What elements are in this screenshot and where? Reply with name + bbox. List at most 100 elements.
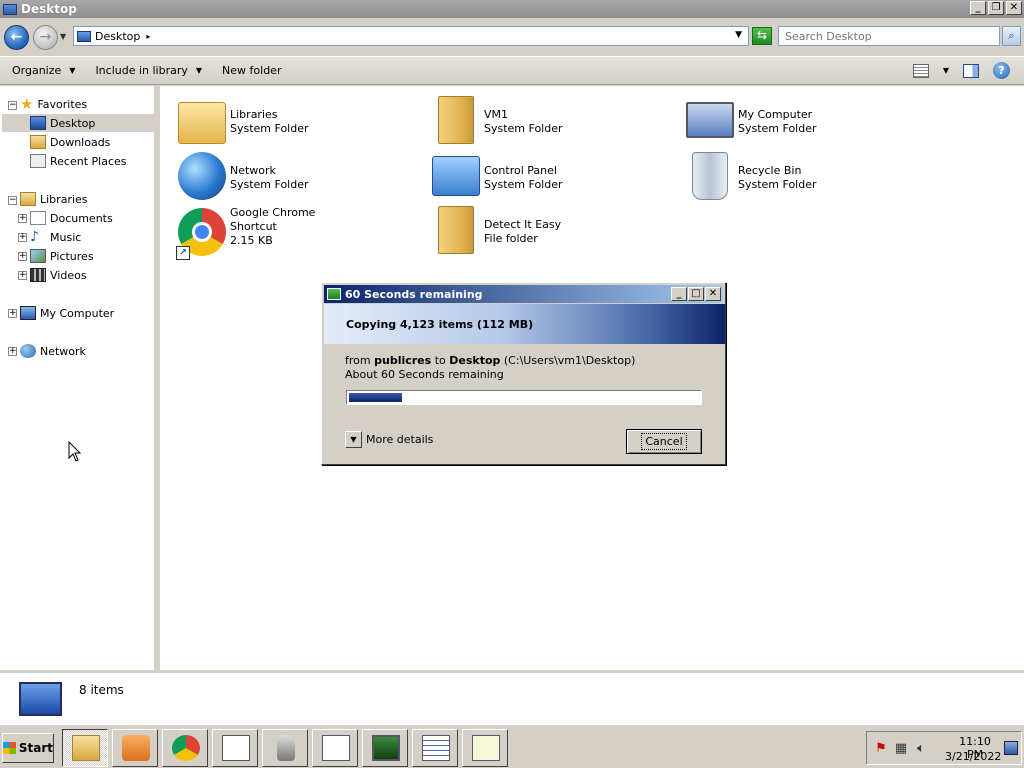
start-button[interactable]: Start (2, 733, 54, 763)
taskbar-chart-app[interactable] (462, 729, 508, 767)
clock-date[interactable]: 3/21/2022 (945, 750, 1001, 763)
dialog-close-button[interactable]: ✕ (705, 287, 721, 301)
recent-pages-dropdown[interactable]: ▼ (60, 32, 66, 41)
sidebar-item-my-computer[interactable]: My Computer (20, 304, 114, 322)
sidebar-item-music[interactable]: ♪ Music (30, 228, 81, 246)
address-row: ← → ▼ Desktop ▸ ▼ ⇆ ⌕ (0, 18, 1024, 56)
sidebar-item-label: Desktop (50, 116, 96, 130)
collapse-favorites-toggle[interactable]: − (8, 101, 17, 110)
volume-icon[interactable]: 🔈︎ (913, 741, 929, 757)
taskbar-chrome[interactable] (162, 729, 208, 767)
list-item-control-panel[interactable]: Control Panel System Folder (432, 152, 672, 204)
destination-name: Desktop (449, 354, 501, 367)
expand-videos-toggle[interactable]: + (18, 271, 27, 280)
view-options-chevron-icon[interactable]: ▼ (943, 66, 949, 75)
sidebar-item-recent-places[interactable]: Recent Places (30, 152, 127, 170)
recycle-bin-icon (692, 152, 728, 200)
taskbar-wordpad[interactable] (312, 729, 358, 767)
list-item-network[interactable]: Network System Folder (178, 152, 418, 204)
expand-documents-toggle[interactable]: + (18, 214, 27, 223)
more-details-toggle[interactable]: ▼ More details (345, 431, 433, 448)
sidebar-item-desktop[interactable]: Desktop (2, 114, 157, 132)
sidebar-item-favorites[interactable]: ★ Favorites (20, 95, 87, 113)
dialog-maximize-button[interactable]: □ (688, 287, 704, 301)
cancel-button[interactable]: Cancel (626, 429, 702, 454)
close-button[interactable]: ✕ (1006, 1, 1022, 15)
list-icon (422, 735, 450, 761)
list-item-my-computer[interactable]: My Computer System Folder (686, 96, 926, 148)
include-in-library-menu[interactable]: Include in library ▼ (95, 64, 202, 77)
minimize-button[interactable]: _ (970, 1, 986, 15)
item-name: Libraries (230, 108, 278, 121)
more-details-label: More details (366, 433, 434, 446)
sidebar-item-label: Documents (50, 211, 113, 225)
dialog-minimize-button[interactable]: _ (671, 287, 687, 301)
expand-network-toggle[interactable]: + (8, 347, 17, 356)
list-item-detect-it-easy[interactable]: Detect It Easy File folder (432, 206, 672, 258)
sidebar-item-libraries[interactable]: Libraries (20, 190, 88, 208)
sidebar-item-downloads[interactable]: Downloads (30, 133, 110, 151)
item-name: VM1 (484, 108, 509, 121)
shortcut-arrow-icon: ↗ (176, 246, 190, 260)
list-item-libraries[interactable]: Libraries System Folder (178, 96, 418, 148)
collapse-libraries-toggle[interactable]: − (8, 196, 17, 205)
sidebar-item-documents[interactable]: Documents (30, 209, 113, 227)
search-icon[interactable]: ⌕ (1002, 26, 1021, 46)
item-type: System Folder (484, 122, 563, 135)
list-item-vm1[interactable]: VM1 System Folder (432, 96, 672, 148)
back-button[interactable]: ← (4, 25, 29, 50)
action-center-flag-icon[interactable]: ⚑ (873, 741, 889, 757)
taskbar-explorer[interactable] (62, 729, 108, 767)
expand-music-toggle[interactable]: + (18, 233, 27, 242)
item-name: Recycle Bin (738, 164, 802, 177)
help-icon[interactable]: ? (993, 62, 1010, 79)
refresh-button[interactable]: ⇆ (752, 27, 772, 45)
item-type: System Folder (738, 122, 817, 135)
sidebar-item-label: Favorites (37, 97, 88, 111)
taskbar-chess[interactable] (262, 729, 308, 767)
show-desktop-icon[interactable] (1004, 741, 1018, 755)
copy-source-line: from publicres to Desktop (C:\Users\vm1\… (345, 354, 635, 368)
new-folder-button[interactable]: New folder (222, 64, 281, 77)
organize-menu[interactable]: Organize ▼ (12, 64, 75, 77)
forward-button[interactable]: → (33, 25, 58, 50)
sidebar-item-label: Libraries (40, 192, 88, 206)
sidebar-item-label: Videos (50, 268, 87, 282)
expand-pictures-toggle[interactable]: + (18, 252, 27, 261)
sidebar-item-videos[interactable]: Videos (30, 266, 87, 284)
copy-icon (327, 288, 341, 300)
to-label: to (434, 354, 446, 367)
expand-my-computer-toggle[interactable]: + (8, 309, 17, 318)
user-folder-icon (438, 96, 474, 144)
taskbar-media-player[interactable] (112, 729, 158, 767)
sidebar-item-network[interactable]: Network (20, 342, 86, 360)
dialog-title-bar[interactable]: 60 Seconds remaining _ □ ✕ (324, 285, 723, 303)
address-bar[interactable]: Desktop ▸ ▼ (73, 26, 749, 46)
libraries-icon (20, 192, 36, 206)
item-name: Network (230, 164, 276, 177)
address-path[interactable]: Desktop (95, 30, 140, 43)
window-title-bar[interactable]: Desktop _ ❐ ✕ (0, 0, 1024, 18)
list-item-recycle-bin[interactable]: Recycle Bin System Folder (686, 152, 926, 204)
taskbar-list-app[interactable] (412, 729, 458, 767)
taskbar-solitaire[interactable] (212, 729, 258, 767)
system-tray: ⚑ ▦ 🔈︎ 11:10 PM 3/21/2022 (866, 731, 1022, 765)
sidebar-item-label: Pictures (50, 249, 94, 263)
copy-progress-dialog[interactable]: 60 Seconds remaining _ □ ✕ Copying 4,123… (321, 282, 726, 465)
list-item-google-chrome[interactable]: ↗ Google Chrome Shortcut 2.15 KB (176, 206, 418, 266)
network-status-icon[interactable]: ▦ (893, 741, 909, 757)
change-view-icon[interactable] (912, 63, 929, 78)
restore-button[interactable]: ❐ (988, 1, 1004, 15)
chevron-down-icon[interactable]: ▼ (345, 431, 362, 448)
breadcrumb-arrow-icon[interactable]: ▸ (146, 32, 150, 41)
taskbar-task-manager[interactable] (362, 729, 408, 767)
address-dropdown-icon[interactable]: ▼ (735, 30, 742, 40)
windows-logo-icon (3, 742, 16, 754)
sidebar-item-pictures[interactable]: Pictures (30, 247, 94, 265)
chess-piece-icon (277, 735, 295, 761)
source-name: publicres (374, 354, 432, 367)
from-label: from (345, 354, 371, 367)
sidebar-item-label: Music (50, 230, 82, 244)
search-input[interactable] (778, 26, 1000, 46)
preview-pane-icon[interactable] (963, 63, 979, 78)
